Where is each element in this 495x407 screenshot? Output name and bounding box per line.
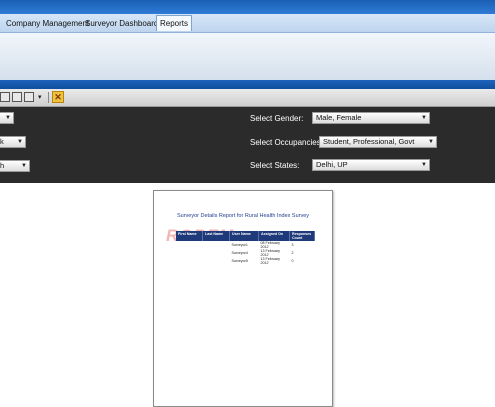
cell-first-name [176, 249, 203, 257]
cell-first-name [176, 241, 203, 249]
parameters-panel: ▼ k ▼ h ▼ Select Gender: Male, Female ▼ Sel… [0, 107, 495, 183]
cell-assigned-on: 13 February 2012 [260, 257, 280, 265]
gender-select[interactable]: Male, Female ▼ [312, 112, 430, 124]
cell-assigned-on: 13 February 2012 [260, 249, 280, 257]
cell-last-name [203, 257, 230, 265]
cell-first-name [176, 257, 203, 265]
chevron-down-icon: ▼ [17, 139, 23, 145]
tab-surveyor-dashboard[interactable]: Surveyor Dashboard [82, 16, 161, 31]
left-select-2[interactable]: k ▼ [0, 136, 26, 148]
tab-reports[interactable]: Reports [156, 15, 193, 31]
report-toolbar: ▾ ✕ [0, 89, 495, 107]
column-header-user-name: User Name [229, 231, 259, 241]
column-header-first-name: First Name [176, 231, 203, 241]
column-header-assigned-on: Assigned On [258, 231, 290, 241]
states-select[interactable]: Delhi, UP ▼ [312, 159, 430, 171]
report-table-header: First Name Last Name User Name Assigned … [176, 231, 315, 241]
export-dropdown-icon[interactable]: ▾ [38, 93, 42, 101]
left-select-1[interactable]: ▼ [0, 112, 14, 124]
chevron-down-icon: ▼ [421, 162, 427, 168]
export-excel-icon[interactable]: ✕ [52, 91, 64, 103]
column-header-responses-count: Responses Count [289, 231, 315, 241]
gender-label: Select Gender: [250, 114, 304, 123]
cell-last-name [203, 249, 230, 257]
page-setup-icon[interactable] [0, 92, 10, 102]
chevron-down-icon: ▼ [421, 115, 427, 121]
tab-company-management[interactable]: Company Management [3, 16, 92, 31]
cell-responses-count: 2 [291, 251, 294, 255]
cell-user-name: Surveyor4 [231, 251, 248, 255]
report-page: Surveyor Details Report for Rural Health… [153, 190, 333, 407]
save-icon[interactable] [24, 92, 34, 102]
report-title: Surveyor Details Report for Rural Health… [176, 213, 310, 219]
table-row: Surveyor4 13 February 2012 2 [176, 249, 315, 257]
window-title-bar [0, 0, 495, 14]
cell-assigned-on: 08 February 2012 [260, 241, 280, 249]
tab-bar: Company Management Surveyor Dashboard Re… [0, 14, 495, 33]
left-select-3[interactable]: h ▼ [0, 160, 30, 172]
chevron-down-icon: ▼ [428, 139, 434, 145]
report-table: First Name Last Name User Name Assigned … [176, 231, 315, 265]
states-label: Select States: [250, 161, 300, 170]
chevron-down-icon: ▼ [21, 163, 27, 169]
toolbar-separator [48, 92, 49, 103]
table-row: Surveyor5 13 February 2012 0 [176, 257, 315, 265]
cell-responses-count: 3 [291, 243, 294, 247]
cell-last-name [203, 241, 230, 249]
column-header-last-name: Last Name [202, 231, 230, 241]
cell-responses-count: 0 [291, 259, 294, 263]
cell-user-name: Surveyor1 [231, 243, 248, 247]
occupancies-select[interactable]: Student, Professional, Govt ▼ [319, 136, 437, 148]
chevron-down-icon: ▼ [5, 115, 11, 121]
table-row: Surveyor1 08 February 2012 3 [176, 241, 315, 249]
ribbon-bottom-bar [0, 80, 495, 89]
occupancies-label: Select Occupancies: [250, 138, 323, 147]
print-layout-icon[interactable] [12, 92, 22, 102]
cell-user-name: Surveyor5 [231, 259, 248, 263]
